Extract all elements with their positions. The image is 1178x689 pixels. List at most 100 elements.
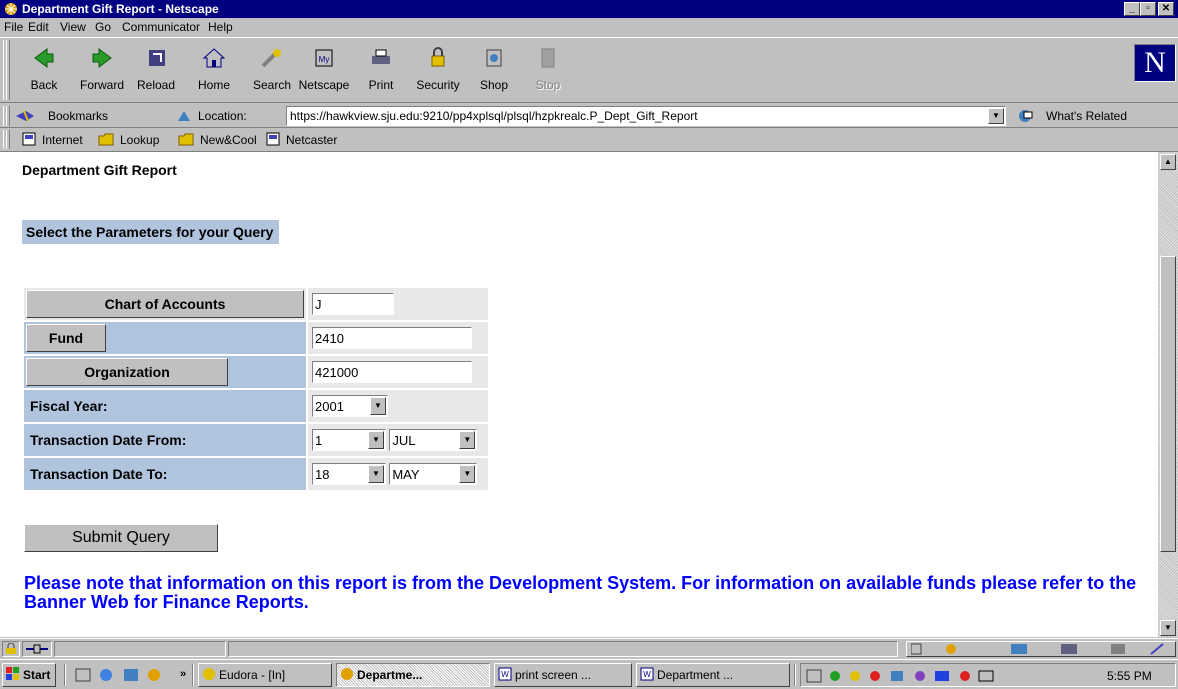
org-value-cell: 421000 (308, 356, 488, 388)
netscape-logo[interactable]: N (1134, 44, 1176, 82)
word-document-icon: W (498, 667, 512, 681)
personal-newcool[interactable]: New&Cool (200, 133, 257, 147)
window-title: Department Gift Report - Netscape (22, 2, 219, 16)
to-day-value: 18 (315, 467, 330, 482)
vertical-scrollbar[interactable]: ▲ ▼ (1158, 152, 1178, 637)
quick-launch-chevron[interactable]: » (180, 668, 186, 680)
svg-text:W: W (501, 670, 509, 679)
print-icon (372, 49, 390, 64)
shop-button[interactable]: Shop (468, 42, 520, 96)
organization-input[interactable]: 421000 (312, 361, 472, 383)
task-print-screen[interactable]: W print screen ... (494, 663, 632, 687)
minimize-button[interactable]: _ (1124, 2, 1140, 16)
fiscal-year-select[interactable]: 2001 ▼ (312, 395, 388, 417)
tray-clock: 5:55 PM (1107, 669, 1152, 683)
personal-netcaster[interactable]: Netcaster (286, 133, 337, 147)
to-day-dropdown-icon[interactable]: ▼ (368, 465, 384, 483)
from-day-dropdown-icon[interactable]: ▼ (368, 431, 384, 449)
page-content: Department Gift Report Select the Parame… (0, 151, 1178, 637)
to-month-dropdown-icon[interactable]: ▼ (459, 465, 476, 483)
task-department-gift-label: Departme... (357, 668, 423, 682)
query-form: Chart of Accounts J Fund 2410 Organizati… (22, 286, 490, 492)
menu-edit[interactable]: Edit (28, 20, 49, 34)
component-bar (906, 641, 1176, 657)
chart-input[interactable]: J (312, 293, 394, 315)
netscape-task-icon (341, 668, 353, 680)
security-button[interactable]: Security (412, 42, 464, 96)
search-button[interactable]: Search (246, 42, 298, 96)
svg-text:W: W (643, 670, 651, 679)
toolbar-grip[interactable] (2, 40, 10, 100)
start-button[interactable]: Start (2, 663, 56, 687)
personal-grip[interactable] (2, 130, 10, 149)
to-label-cell: Transaction Date To: (24, 458, 306, 490)
whats-related-icon (1019, 110, 1033, 122)
fund-input[interactable]: 2410 (312, 327, 472, 349)
online-status-icon[interactable] (22, 641, 52, 657)
from-value-cell: 1 ▼ JUL ▼ (308, 424, 488, 456)
from-day-select[interactable]: 1 ▼ (312, 429, 386, 451)
task-department-gift[interactable]: Departme... (336, 663, 490, 687)
print-label: Print (368, 78, 394, 92)
location-label: Location: (198, 109, 247, 123)
quick-launch-icons[interactable] (74, 667, 174, 683)
fund-label-cell: Fund (24, 322, 306, 354)
form-row-chart: Chart of Accounts J (24, 288, 488, 320)
fiscal-value-cell: 2001 ▼ (308, 390, 488, 422)
security-label: Security (416, 78, 460, 92)
location-grip[interactable] (2, 106, 10, 126)
print-button[interactable]: Print (355, 42, 407, 96)
url-input[interactable]: https://hawkview.sju.edu:9210/pp4xplsql/… (286, 106, 1006, 126)
reload-icon (149, 50, 165, 66)
home-icon (202, 48, 226, 68)
navigation-toolbar: Back Forward Reload Home Search My Netsc… (0, 37, 1178, 103)
from-day-value: 1 (315, 433, 323, 448)
from-month-dropdown-icon[interactable]: ▼ (459, 431, 476, 449)
stop-label: Stop (535, 78, 561, 92)
netscape-window-icon (5, 3, 17, 15)
personal-lookup[interactable]: Lookup (120, 133, 159, 147)
from-month-select[interactable]: JUL ▼ (389, 429, 478, 451)
menu-file[interactable]: File (4, 20, 23, 34)
to-day-select[interactable]: 18 ▼ (312, 463, 386, 485)
reload-button[interactable]: Reload (130, 42, 182, 96)
scroll-thumb[interactable] (1160, 256, 1176, 552)
menu-communicator[interactable]: Communicator (122, 20, 200, 34)
back-button[interactable]: Back (18, 42, 70, 96)
menu-go[interactable]: Go (95, 20, 111, 34)
submit-query-button[interactable]: Submit Query (24, 524, 218, 552)
plug-icon (26, 644, 48, 654)
scroll-up-icon[interactable]: ▲ (1160, 154, 1176, 170)
home-button[interactable]: Home (188, 42, 240, 96)
form-row-fund: Fund 2410 (24, 322, 488, 354)
url-dropdown-icon[interactable]: ▼ (988, 108, 1004, 124)
forward-button[interactable]: Forward (76, 42, 128, 96)
fiscal-year-dropdown-icon[interactable]: ▼ (370, 397, 386, 415)
to-month-value: MAY (392, 467, 420, 482)
bookmarks-button[interactable]: Bookmarks (48, 109, 108, 123)
personal-internet[interactable]: Internet (42, 133, 83, 147)
chart-of-accounts-button[interactable]: Chart of Accounts (26, 290, 304, 318)
netscape-button[interactable]: My Netscape (298, 42, 350, 96)
task-eudora[interactable]: Eudora - [In] (198, 663, 332, 687)
menu-help[interactable]: Help (208, 20, 233, 34)
menu-view[interactable]: View (60, 20, 86, 34)
status-bar (0, 638, 1178, 658)
security-status-icon[interactable] (2, 641, 20, 657)
scroll-down-icon[interactable]: ▼ (1160, 620, 1176, 636)
form-row-fiscal-year: Fiscal Year: 2001 ▼ (24, 390, 488, 422)
title-bar[interactable]: Department Gift Report - Netscape _ ▫ ✕ (0, 0, 1178, 18)
close-button[interactable]: ✕ (1158, 2, 1174, 16)
organization-button[interactable]: Organization (26, 358, 228, 386)
taskbar-separator (64, 664, 66, 686)
netcaster-page-icon (266, 132, 280, 146)
maximize-button[interactable]: ▫ (1140, 2, 1156, 16)
start-label: Start (23, 668, 51, 682)
whats-related-button[interactable]: What's Related (1046, 109, 1127, 123)
shop-label: Shop (479, 78, 509, 92)
fund-button[interactable]: Fund (26, 324, 106, 352)
stop-button[interactable]: Stop (522, 42, 574, 96)
to-month-select[interactable]: MAY ▼ (389, 463, 478, 485)
tray-icons[interactable] (805, 668, 1095, 684)
task-department-doc[interactable]: W Department ... (636, 663, 790, 687)
